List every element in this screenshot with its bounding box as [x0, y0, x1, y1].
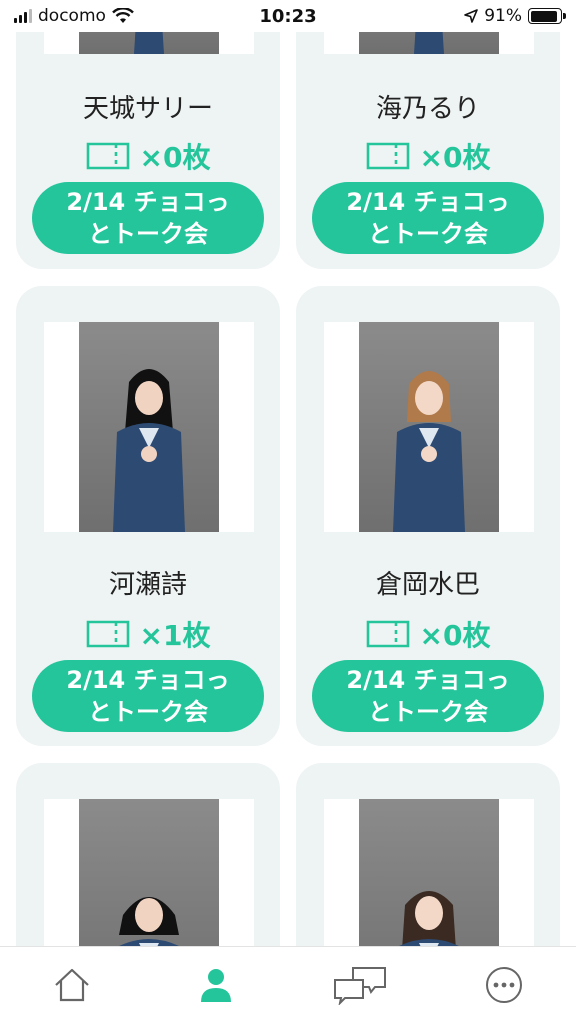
tab-members[interactable] [176, 965, 256, 1005]
member-photo [324, 322, 534, 532]
member-name: 天城サリー [82, 94, 213, 124]
ticket-icon [86, 620, 129, 648]
member-card[interactable]: 河瀬詩 ×1枚 2/14 チョコっ とトーク会 [16, 286, 280, 746]
ticket-count: ×0枚 [139, 141, 211, 174]
more-icon [486, 967, 522, 1003]
member-name: 海乃るり [375, 94, 480, 124]
ticket-icon [366, 142, 409, 170]
tab-chat[interactable] [320, 965, 400, 1005]
battery-percent: 91% [484, 6, 522, 26]
ticket-count: ×0枚 [419, 619, 491, 652]
ticket-count: ×0枚 [419, 141, 491, 174]
member-name: 河瀬詩 [108, 570, 187, 600]
battery-icon [528, 8, 566, 24]
ticket-icon [86, 142, 129, 170]
ticket-count-row: ×0枚 [296, 136, 560, 176]
status-bar: docomo 10:23 91% [0, 0, 576, 32]
member-card[interactable]: 倉岡水巴 ×0枚 2/14 チョコっ とトーク会 [296, 286, 560, 746]
member-name: 倉岡水巴 [375, 570, 480, 600]
member-card[interactable]: 海乃るり ×0枚 2/14 チョコっ とトーク会 [296, 0, 560, 269]
status-left: docomo [14, 6, 134, 26]
ticket-count-row: ×0枚 [296, 614, 560, 654]
tab-bar [0, 946, 576, 1024]
status-right: 91% [464, 6, 566, 26]
tab-home[interactable] [32, 965, 112, 1005]
member-card[interactable] [296, 763, 560, 946]
event-button[interactable]: 2/14 チョコっ とトーク会 [32, 182, 264, 254]
event-button[interactable]: 2/14 チョコっ とトーク会 [312, 660, 544, 732]
location-arrow-icon [464, 9, 479, 23]
ticket-count-row: ×0枚 [16, 136, 280, 176]
member-photo [324, 799, 534, 946]
member-card[interactable] [16, 763, 280, 946]
member-card[interactable]: 天城サリー ×0枚 2/14 チョコっ とトーク会 [16, 0, 280, 269]
signal-icon [14, 9, 32, 23]
chat-icon [334, 967, 386, 1005]
ticket-count-row: ×1枚 [16, 614, 280, 654]
ticket-icon [366, 620, 409, 648]
home-icon [55, 968, 89, 1002]
carrier-label: docomo [38, 6, 106, 26]
tab-more[interactable] [464, 965, 544, 1005]
member-photo [44, 322, 254, 532]
wifi-icon [112, 8, 134, 23]
person-icon [201, 969, 231, 1002]
member-photo [44, 799, 254, 946]
event-button[interactable]: 2/14 チョコっ とトーク会 [32, 660, 264, 732]
member-grid: 天城サリー ×0枚 2/14 チョコっ とトーク会 海乃るり ×0枚 2/14 … [0, 0, 576, 946]
event-button[interactable]: 2/14 チョコっ とトーク会 [312, 182, 544, 254]
ticket-count: ×1枚 [139, 619, 211, 652]
